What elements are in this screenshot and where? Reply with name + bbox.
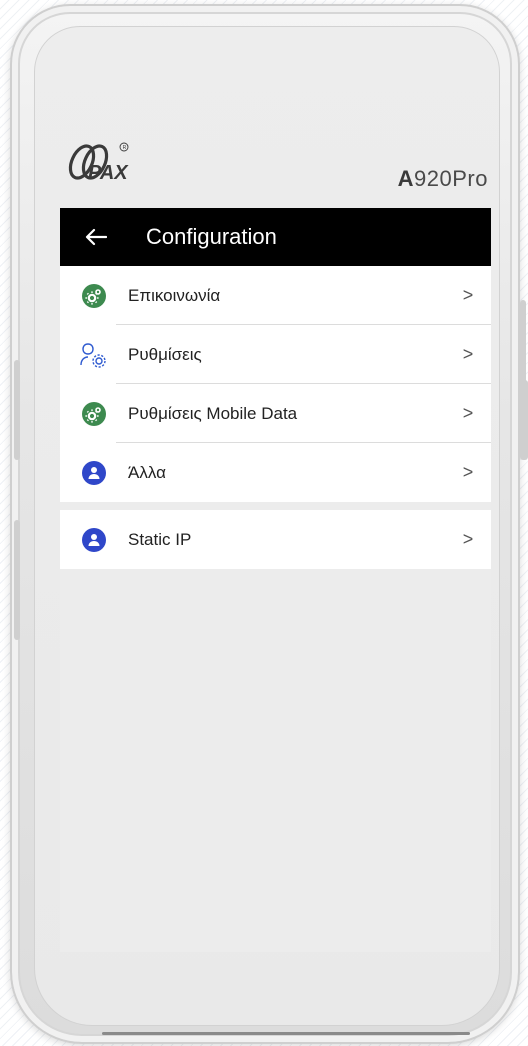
menu-item-static-ip[interactable]: Static IP > <box>60 510 491 569</box>
side-button-right-1 <box>520 300 526 390</box>
menu-item-label: Επικοινωνία <box>128 285 221 305</box>
gear-circle-icon <box>82 283 106 308</box>
page: R PAX A920Pro Configuration Επικοινωνία … <box>0 0 528 1046</box>
menu-item-label: Ρυθμίσεις <box>128 344 202 364</box>
gear-circle-icon <box>82 401 106 426</box>
back-button[interactable] <box>60 208 132 266</box>
menu-item-mobile-data[interactable]: Ρυθμίσεις Mobile Data > <box>60 384 491 443</box>
arrow-left-icon <box>85 228 107 246</box>
menu-list: Επικοινωνία > Ρυθμίσεις > Ρυθμίσεις Mobi… <box>60 266 491 502</box>
side-button-right-2 <box>520 380 528 460</box>
chevron-right-icon: > <box>462 462 474 482</box>
menu-item-other[interactable]: Άλλα > <box>60 443 491 502</box>
chevron-right-icon: > <box>462 529 474 549</box>
menu-item-settings[interactable]: Ρυθμίσεις > <box>60 325 491 384</box>
svg-text:R: R <box>123 145 127 151</box>
device-screen: Configuration Επικοινωνία > Ρυθμίσεις > … <box>60 208 491 952</box>
menu-item-label: Άλλα <box>128 462 166 482</box>
brand-logo-text: PAX <box>88 162 128 184</box>
group-separator <box>60 502 491 510</box>
model-name: A920Pro <box>397 166 488 191</box>
chevron-right-icon: > <box>462 344 474 364</box>
page-title: Configuration <box>146 224 277 249</box>
menu-item-communication[interactable]: Επικοινωνία > <box>60 266 491 325</box>
app-bar: Configuration <box>60 208 491 266</box>
menu-item-label: Static IP <box>128 529 192 549</box>
side-button-left-2 <box>14 520 20 640</box>
user-circle-icon <box>82 460 106 485</box>
chevron-right-icon: > <box>462 285 474 305</box>
user-settings-icon <box>80 342 106 368</box>
side-button-left-1 <box>14 360 20 460</box>
bottom-edge <box>102 1032 470 1035</box>
chevron-right-icon: > <box>462 403 474 423</box>
menu-list-secondary: Static IP > <box>60 510 491 569</box>
user-circle-icon <box>82 527 106 552</box>
menu-item-label: Ρυθμίσεις Mobile Data <box>128 403 298 423</box>
